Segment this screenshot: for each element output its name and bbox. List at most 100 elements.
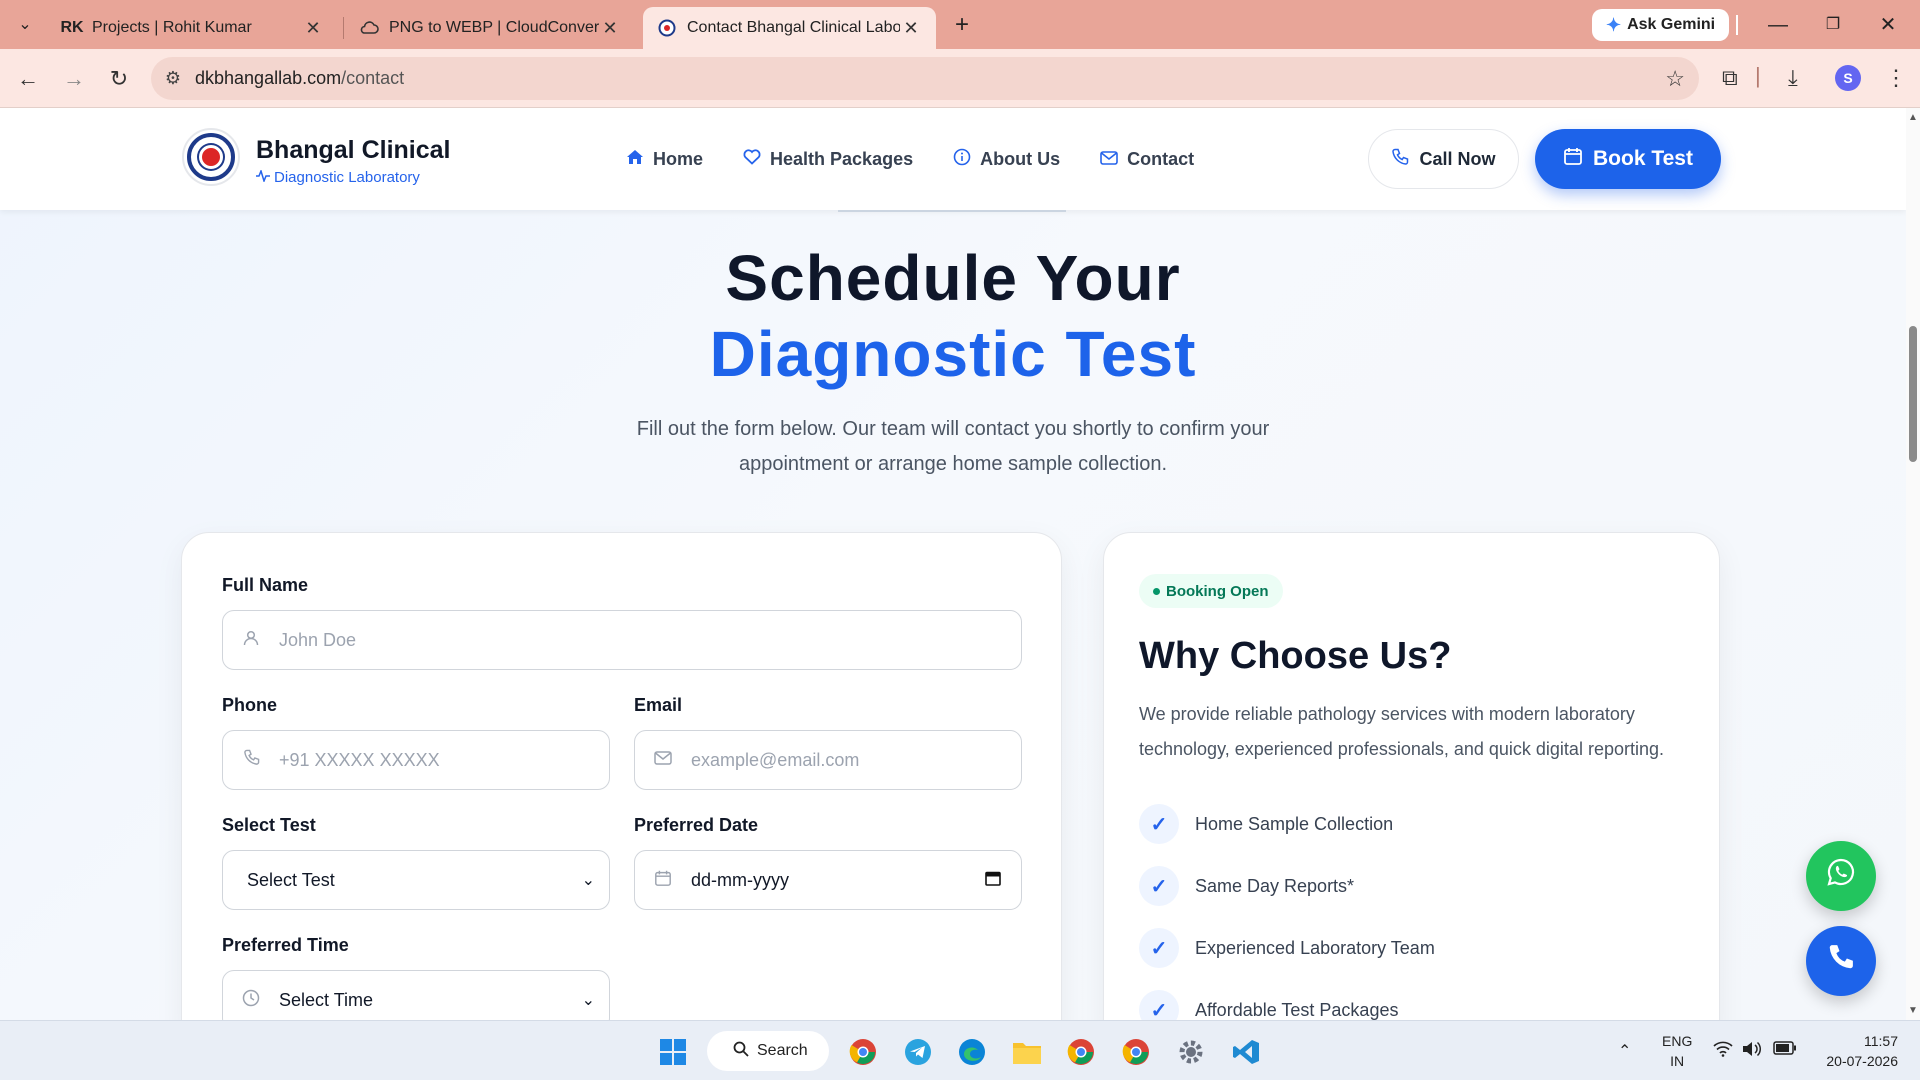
nav-label: About Us <box>980 149 1061 169</box>
url-domain: dkbhangallab.com <box>195 68 342 88</box>
wifi-icon[interactable] <box>1713 1041 1733 1062</box>
more-menu-icon[interactable]: ⋮ <box>1885 65 1907 91</box>
tab-cloudconvert[interactable]: PNG to WEBP | CloudConvert ✕ <box>345 7 635 49</box>
site-info-icon[interactable]: ⚙ <box>151 68 195 89</box>
select-test-dropdown[interactable]: Select Test ⌄ <box>222 850 610 910</box>
status-badge: Booking Open <box>1139 574 1283 608</box>
close-icon[interactable]: ✕ <box>900 18 922 39</box>
back-button[interactable]: ← <box>12 63 44 95</box>
forward-button[interactable]: → <box>58 63 90 95</box>
minimize-button[interactable]: — <box>1758 10 1798 40</box>
info-icon <box>953 148 971 171</box>
why-choose-us-card: Booking Open Why Choose Us? We provide r… <box>1103 532 1720 1020</box>
phone-icon <box>1826 942 1856 980</box>
date-picker-icon[interactable] <box>985 870 1001 891</box>
chrome-alt-profile-icon[interactable] <box>1117 1033 1155 1071</box>
floating-call-button[interactable] <box>1806 926 1876 996</box>
whatsapp-icon <box>1825 856 1857 896</box>
phone-icon <box>1391 148 1409 171</box>
feature-item: ✓ Affordable Test Packages <box>1139 990 1398 1020</box>
tab-projects[interactable]: RK Projects | Rohit Kumar ✕ <box>48 7 338 49</box>
file-explorer-icon[interactable] <box>1008 1033 1046 1071</box>
new-tab-button[interactable]: + <box>948 12 976 40</box>
bookmark-star-icon[interactable]: ☆ <box>1665 66 1685 92</box>
windows-start-icon[interactable] <box>654 1033 692 1071</box>
user-icon <box>223 630 279 651</box>
preferred-time-dropdown[interactable]: Select Time ⌄ <box>222 970 610 1020</box>
taskbar-search[interactable]: Search <box>707 1031 829 1071</box>
lang-line-1: ENG <box>1662 1033 1693 1049</box>
gemini-label: Ask Gemini <box>1627 16 1716 33</box>
windows-taskbar: Search ⌃ ENG IN 11:57 20-07-2026 <box>0 1020 1920 1080</box>
extensions-icon[interactable]: ⧉ <box>1722 65 1738 91</box>
search-icon <box>733 1041 749 1062</box>
language-indicator[interactable]: ENG IN <box>1662 1031 1692 1071</box>
lab-logo[interactable] <box>182 128 240 186</box>
tab-search-button[interactable]: ⌄ <box>8 8 42 40</box>
restore-button[interactable]: ❐ <box>1813 10 1853 40</box>
vscode-icon[interactable] <box>1227 1033 1265 1071</box>
header-accent-line <box>838 210 1066 212</box>
scroll-down-icon[interactable]: ▼ <box>1908 1005 1918 1016</box>
profile-avatar[interactable]: S <box>1835 65 1861 91</box>
full-name-field[interactable]: John Doe <box>222 610 1022 670</box>
download-icon[interactable]: ⤓ <box>1788 65 1798 91</box>
whatsapp-button[interactable] <box>1806 841 1876 911</box>
phone-icon <box>223 749 279 771</box>
clock-icon <box>223 989 279 1012</box>
arrow-right-icon: → <box>63 66 85 91</box>
chevron-down-icon: ⌄ <box>581 872 595 889</box>
preferred-date-field[interactable]: dd-mm-yyyy <box>634 850 1022 910</box>
title-line-2: Diagnostic Test <box>709 318 1197 390</box>
chrome-icon[interactable] <box>844 1033 882 1071</box>
battery-icon[interactable] <box>1773 1041 1797 1060</box>
select-test-value: Select Test <box>247 869 335 890</box>
phone-field[interactable]: +91 XXXXX XXXXX <box>222 730 610 790</box>
brand[interactable]: Bhangal Clinical Diagnostic Laboratory <box>256 136 450 186</box>
check-icon: ✓ <box>1139 990 1179 1020</box>
nav-health-packages[interactable]: Health Packages <box>743 148 913 171</box>
close-window-button[interactable]: ✕ <box>1868 10 1908 40</box>
brand-subtitle: Diagnostic Laboratory <box>256 168 450 186</box>
nav-contact[interactable]: Contact <box>1100 148 1194 171</box>
reload-button[interactable]: ↻ <box>103 63 135 95</box>
tab-contact[interactable]: Contact Bhangal Clinical Labora ✕ <box>643 7 936 49</box>
gemini-sparkle-icon: ✦ <box>1606 14 1622 35</box>
tab-title: Projects | Rohit Kumar <box>92 19 252 36</box>
telegram-icon[interactable] <box>899 1033 937 1071</box>
close-icon[interactable]: ✕ <box>599 18 621 39</box>
hero-description: Fill out the form below. Our team will c… <box>636 418 1270 475</box>
main-nav: Home Health Packages About Us Contact <box>626 148 1194 171</box>
feature-label: Same Day Reports* <box>1195 875 1355 896</box>
feature-item: ✓ Home Sample Collection <box>1139 804 1393 844</box>
clock-date: 20-07-2026 <box>1826 1053 1898 1069</box>
settings-gear-icon[interactable] <box>1172 1033 1210 1071</box>
heart-icon <box>743 149 761 170</box>
why-title: Why Choose Us? <box>1139 635 1452 677</box>
nav-label: Home <box>653 149 704 169</box>
email-placeholder: example@email.com <box>691 749 860 770</box>
status-dot <box>1153 587 1160 595</box>
book-test-label: Book Test <box>1593 147 1693 170</box>
volume-icon[interactable] <box>1742 1041 1762 1062</box>
book-test-button[interactable]: Book Test <box>1535 129 1721 189</box>
chevron-down-icon: ⌄ <box>18 16 32 33</box>
nav-about-us[interactable]: About Us <box>953 148 1060 171</box>
nav-home[interactable]: Home <box>626 148 703 171</box>
scroll-thumb[interactable] <box>1909 326 1917 462</box>
call-now-button[interactable]: Call Now <box>1368 129 1519 189</box>
chevron-up-icon[interactable]: ⌃ <box>1618 1041 1631 1061</box>
check-icon: ✓ <box>1139 928 1179 968</box>
edge-icon[interactable] <box>953 1033 991 1071</box>
chrome-profile-icon[interactable] <box>1062 1033 1100 1071</box>
taskbar-clock[interactable]: 11:57 20-07-2026 <box>1812 1031 1898 1071</box>
cloud-icon <box>359 18 379 38</box>
address-bar[interactable]: ⚙ dkbhangallab.com/contact ☆ <box>151 57 1699 100</box>
url-text: dkbhangallab.com/contact <box>195 68 404 89</box>
full-name-placeholder: John Doe <box>279 629 357 650</box>
scroll-up-icon[interactable]: ▲ <box>1908 112 1918 123</box>
close-icon[interactable]: ✕ <box>302 18 324 39</box>
ask-gemini-button[interactable]: ✦ Ask Gemini <box>1592 9 1730 41</box>
email-field[interactable]: example@email.com <box>634 730 1022 790</box>
page-scrollbar[interactable]: ▲ ▼ <box>1906 108 1920 1020</box>
